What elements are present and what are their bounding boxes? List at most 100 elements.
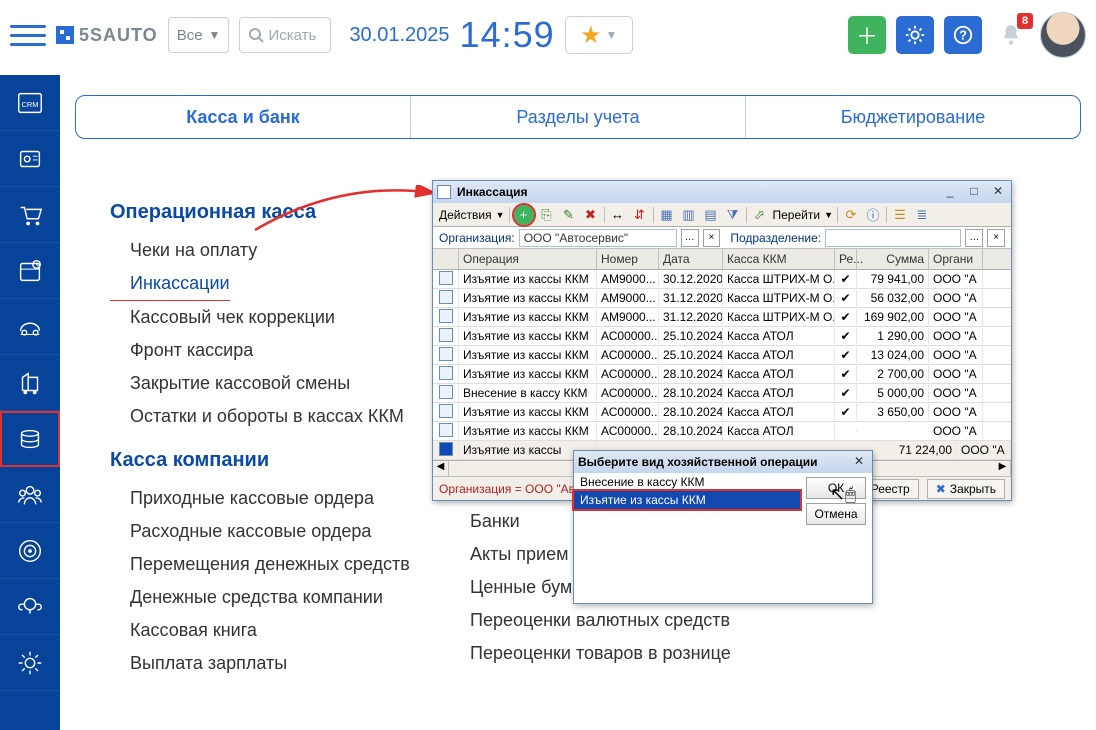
grid-row[interactable]: Изъятие из кассы ККМАМ9000...31.12.2020К… [433, 289, 1011, 308]
close-button[interactable]: ✕ [850, 454, 868, 470]
org-lookup-button[interactable]: … [681, 229, 699, 247]
add-icon[interactable]: + [514, 205, 534, 225]
sidebar-cart[interactable] [0, 187, 60, 243]
sidebar-finance[interactable] [0, 411, 60, 467]
actions-menu[interactable]: Действия [439, 208, 492, 222]
logo-text: 5SAUTO [79, 25, 158, 46]
svg-text:?: ? [959, 28, 967, 43]
tree-item-balances[interactable]: Остатки и обороты в кассах ККМ [110, 400, 430, 433]
ok-button[interactable]: ОК [806, 477, 866, 499]
grid-row[interactable]: Изъятие из кассы ККМАС00000...25.10.2024… [433, 327, 1011, 346]
org-input[interactable]: ООО "Автосервис" [519, 229, 677, 247]
grid-row[interactable]: Изъятие из кассы ККМАС00000...28.10.2024… [433, 365, 1011, 384]
notifications-button[interactable]: 8 [992, 16, 1030, 54]
grid-row[interactable]: Внесение в кассу ККМАС00000...28.10.2024… [433, 384, 1011, 403]
tab-razdely[interactable]: Разделы учета [410, 96, 745, 138]
maximize-button[interactable]: □ [965, 184, 983, 200]
sidebar-calendar[interactable] [0, 243, 60, 299]
refresh-icon[interactable]: ↔ [609, 206, 627, 224]
titlebar[interactable]: Инкассация _ □ ✕ [433, 181, 1011, 203]
help-button[interactable]: ? [944, 16, 982, 54]
svg-text:CRM: CRM [21, 99, 38, 108]
grid-row[interactable]: Изъятие из кассы ККМАС00000...28.10.2024… [433, 403, 1011, 422]
sidebar-settings[interactable] [0, 635, 60, 691]
sidebar-vehicle[interactable] [0, 299, 60, 355]
add-button[interactable]: ＋ [848, 16, 886, 54]
filter3-icon[interactable]: ▤ [702, 206, 720, 224]
filter2-icon[interactable]: ▥ [680, 206, 698, 224]
sidebar-stock[interactable] [0, 355, 60, 411]
subdiv-lookup-button[interactable]: … [965, 229, 983, 247]
col-sum[interactable]: Сумма [857, 249, 929, 269]
close-button[interactable]: ✕ [989, 184, 1007, 200]
minimize-button[interactable]: _ [941, 184, 959, 200]
col-number[interactable]: Номер [597, 249, 659, 269]
logo-icon [56, 26, 74, 44]
tree-icon[interactable]: ☰ [891, 206, 909, 224]
sidebar-contacts[interactable] [0, 131, 60, 187]
search-input[interactable]: Искать [239, 17, 331, 53]
tree-item-cashbook[interactable]: Кассовая книга [110, 614, 430, 647]
window-icon [437, 185, 451, 199]
titlebar[interactable]: Выберите вид хозяйственной операции ✕ [574, 451, 872, 473]
col-kassa[interactable]: Касса ККМ [723, 249, 835, 269]
main-tabs: Касса и банк Разделы учета Бюджетировани… [75, 95, 1081, 139]
list-icon[interactable]: ≣ [913, 206, 931, 224]
filter-dropdown[interactable]: Все ▼ [168, 17, 230, 53]
filter1-icon[interactable]: ▦ [658, 206, 676, 224]
subdiv-clear-button[interactable]: × [987, 229, 1005, 247]
tree-item-funds[interactable]: Денежные средства компании [110, 581, 430, 614]
edit-icon[interactable]: ✎ [560, 206, 578, 224]
option-withdraw[interactable]: Изъятие из кассы ККМ [574, 491, 800, 509]
org-clear-button[interactable]: × [703, 229, 721, 247]
option-deposit[interactable]: Внесение в кассу ККМ [574, 473, 800, 491]
user-avatar[interactable] [1040, 12, 1086, 58]
sidebar-crm[interactable]: CRM [0, 75, 60, 131]
sidebar-staff[interactable] [0, 467, 60, 523]
grid-row[interactable]: Изъятие из кассы ККМАМ9000...31.12.2020К… [433, 308, 1011, 327]
reload-icon[interactable]: ⟳ [842, 206, 860, 224]
menu-icon[interactable] [10, 17, 46, 53]
delete-icon[interactable]: ✖ [582, 206, 600, 224]
cancel-button[interactable]: Отмена [806, 503, 866, 525]
col-org[interactable]: Органи [929, 249, 983, 269]
org-label: Организация: [439, 231, 515, 245]
tab-budget[interactable]: Бюджетирование [745, 96, 1080, 138]
tree-item-transfers[interactable]: Перемещения денежных средств [110, 548, 430, 581]
tree-item-salary[interactable]: Выплата зарплаты [110, 647, 430, 680]
bg-item[interactable]: Переоценки валютных средств [470, 604, 731, 637]
tree-item-income[interactable]: Приходные кассовые ордера [110, 482, 430, 515]
tab-kassa-bank[interactable]: Касса и банк [76, 96, 410, 138]
tree-item-correction[interactable]: Кассовый чек коррекции [110, 301, 430, 334]
sidebar-support[interactable] [0, 579, 60, 635]
star-icon: ★ [580, 21, 602, 50]
col-operation[interactable]: Операция [459, 249, 597, 269]
tree-item-front[interactable]: Фронт кассира [110, 334, 430, 367]
settings-button[interactable] [896, 16, 934, 54]
tree-item-close-shift[interactable]: Закрытие кассовой смены [110, 367, 430, 400]
operation-list: Внесение в кассу ККМ Изъятие из кассы КК… [574, 473, 800, 603]
col-check[interactable]: Ре... [835, 249, 857, 269]
goto-menu[interactable]: Перейти [773, 208, 821, 222]
grid-row[interactable]: Изъятие из кассы ККМАС00000...28.10.2024… [433, 422, 1011, 441]
funnel-icon[interactable]: ⧩ [724, 206, 742, 224]
tool-icon[interactable]: ⇵ [631, 206, 649, 224]
bg-item[interactable]: Переоценки товаров в рознице [470, 637, 731, 670]
favorites-dropdown[interactable]: ★ ▼ [565, 16, 633, 54]
copy-icon[interactable]: ⎘ [538, 206, 556, 224]
header-date: 30.01.2025 [349, 24, 449, 47]
tree-item-inkassatsii[interactable]: Инкассации [110, 267, 230, 301]
subdiv-input[interactable] [825, 229, 961, 247]
sidebar-target[interactable] [0, 523, 60, 579]
grid-row[interactable]: Изъятие из кассы ККМАС00000...25.10.2024… [433, 346, 1011, 365]
tree-item-outcome[interactable]: Расходные кассовые ордера [110, 515, 430, 548]
nav-icon[interactable]: ⬀ [751, 206, 769, 224]
window-title: Инкассация [457, 185, 527, 199]
app-logo: 5SAUTO [56, 25, 158, 46]
info-icon[interactable]: ⓘ [864, 206, 882, 224]
tree-item-receipts[interactable]: Чеки на оплату [110, 234, 430, 267]
close-window-button[interactable]: ✖Закрыть [927, 479, 1005, 499]
help-icon: ? [952, 24, 974, 46]
grid-row[interactable]: Изъятие из кассы ККМАМ9000...30.12.2020К… [433, 270, 1011, 289]
col-date[interactable]: Дата [659, 249, 723, 269]
